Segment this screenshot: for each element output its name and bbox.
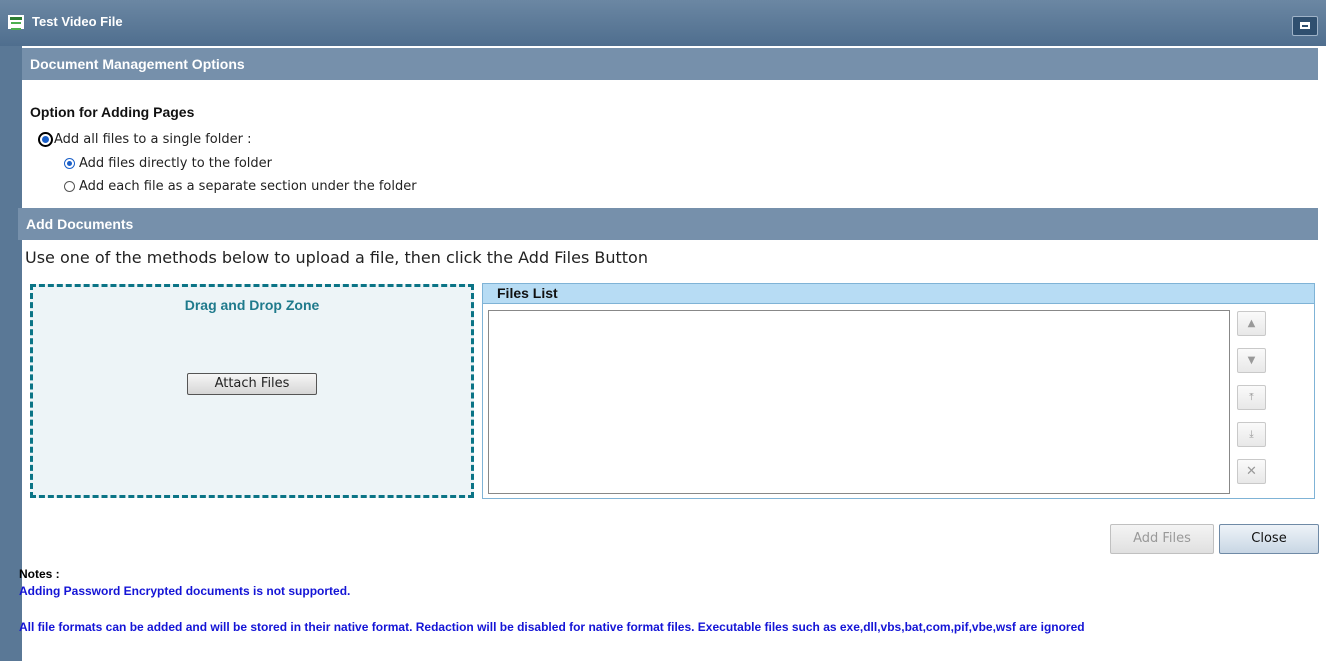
remove-file-button[interactable]: ✕ [1237,459,1266,484]
files-list-header: Files List [483,284,1314,304]
single-folder-radio[interactable] [38,132,53,147]
dialog-content: Document Management Options Option for A… [18,46,1326,661]
close-button[interactable]: Close [1219,524,1319,554]
add-files-directly-label: Add files directly to the folder [79,156,272,171]
arrow-bottom-icon: ⤓ [1249,429,1254,440]
note-file-formats: All file formats can be added and will b… [19,620,1085,634]
files-list-box[interactable] [488,310,1230,494]
upload-instruction: Use one of the methods below to upload a… [25,248,648,267]
arrow-top-icon: ⤒ [1249,392,1254,403]
separate-section-label: Add each file as a separate section unde… [79,179,417,194]
note-password-encrypted: Adding Password Encrypted documents is n… [19,584,351,598]
drag-drop-zone-title: Drag and Drop Zone [184,297,320,313]
option-for-adding-pages-title: Option for Adding Pages [30,104,195,120]
add-files-button[interactable]: Add Files [1110,524,1214,554]
move-top-button[interactable]: ⤒ [1237,385,1266,410]
add-files-directly-option[interactable]: Add files directly to the folder [64,156,272,171]
window-form-icon [8,15,24,30]
move-up-button[interactable]: ▲ [1237,311,1266,336]
attach-files-button[interactable]: Attach Files [187,373,317,395]
notes-label: Notes : [19,567,60,581]
files-list-panel: Files List ▲ ▼ ⤒ ⤓ ✕ [482,283,1315,499]
maximize-icon [1300,22,1310,29]
close-icon: ✕ [1246,464,1257,479]
separate-section-option[interactable]: Add each file as a separate section unde… [64,179,417,194]
document-management-header: Document Management Options [22,48,1318,80]
drag-drop-zone[interactable]: Drag and Drop Zone Attach Files [30,284,474,498]
maximize-button[interactable] [1292,16,1318,36]
add-files-directly-radio[interactable] [64,158,75,169]
move-down-button[interactable]: ▼ [1237,348,1266,373]
add-documents-header: Add Documents [18,208,1318,240]
arrow-up-icon: ▲ [1247,318,1256,329]
window-title: Test Video File [32,14,123,29]
arrow-down-icon: ▼ [1247,355,1256,366]
move-bottom-button[interactable]: ⤓ [1237,422,1266,447]
separate-section-radio[interactable] [64,181,75,192]
window-titlebar: Test Video File [0,0,1326,46]
single-folder-option[interactable]: Add all files to a single folder : [38,132,251,147]
single-folder-label: Add all files to a single folder : [54,132,252,147]
